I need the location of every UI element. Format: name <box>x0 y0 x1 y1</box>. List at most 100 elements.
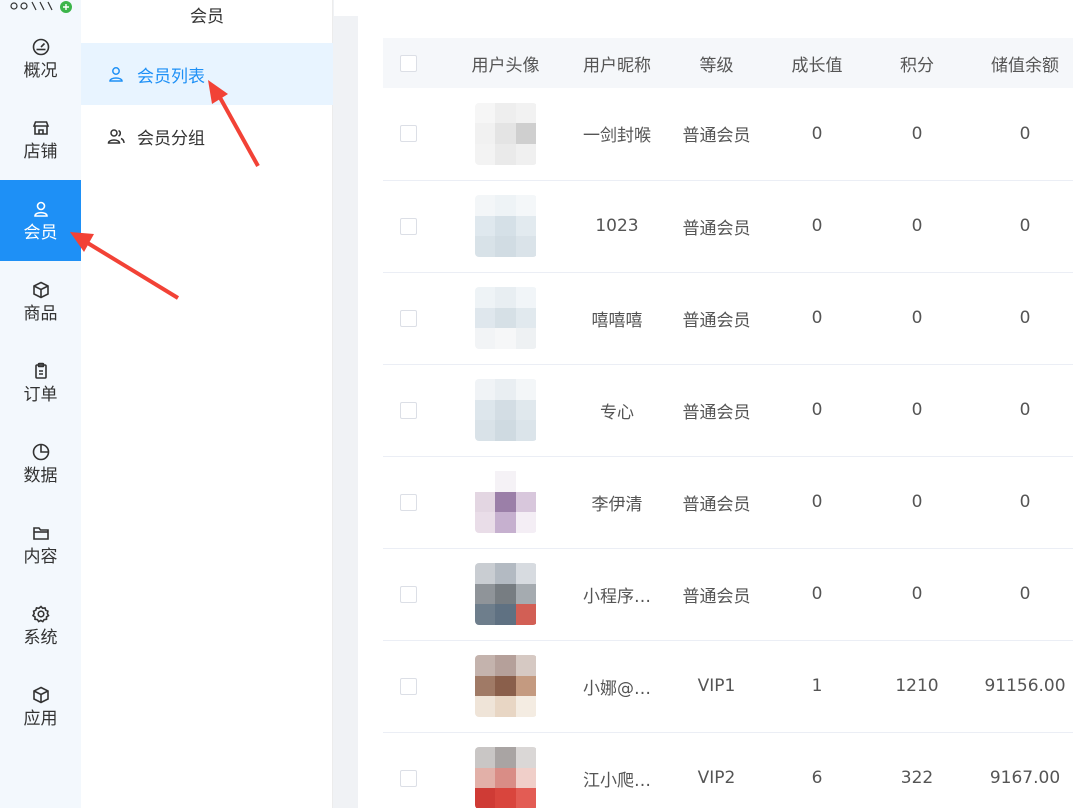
nav-item-6[interactable]: 内容 <box>0 504 81 585</box>
avatar <box>474 655 537 717</box>
avatar-cell <box>433 456 578 548</box>
row-select-cell[interactable] <box>383 456 433 548</box>
growth-cell: 0 <box>811 216 823 236</box>
avatar-cell <box>433 732 578 808</box>
avatar-pixel <box>495 144 516 165</box>
avatar-pixel <box>515 696 537 717</box>
nav-item-label: 概况 <box>23 60 58 81</box>
avatar-cell <box>433 548 578 640</box>
avatar-cell <box>433 88 578 180</box>
nav-item-0[interactable]: 概况 <box>0 18 81 99</box>
row-checkbox[interactable] <box>399 309 417 327</box>
avatar-pixel <box>515 512 537 533</box>
avatar-pixel <box>515 195 537 216</box>
growth-cell: 1 <box>811 676 823 696</box>
avatar-pixel <box>495 123 516 145</box>
header-select-all[interactable] <box>383 38 433 88</box>
avatar <box>474 747 537 808</box>
avatar-cell <box>433 364 578 456</box>
row-checkbox[interactable] <box>399 585 417 603</box>
nickname-cell: 李伊清 <box>591 494 643 515</box>
balance-cell: 0 <box>1019 584 1031 604</box>
nickname-cell: 一剑封喉 <box>583 126 651 147</box>
avatar-pixel <box>474 675 496 697</box>
row-select-cell[interactable] <box>383 548 433 640</box>
avatar-pixel <box>515 420 537 441</box>
avatar-pixel <box>474 604 496 625</box>
avatar-pixel <box>474 512 496 533</box>
nav-item-3[interactable]: 商品 <box>0 261 81 342</box>
avatar-pixel <box>495 287 516 308</box>
submenu-item-member-group[interactable]: 会员分组 <box>81 105 333 167</box>
row-checkbox[interactable] <box>399 217 417 235</box>
app-window: 概况 店铺 会员 商品 订单 数据 内容 系统 应用 会员 会员列表 会员分组 用户头像 <box>0 0 1073 808</box>
avatar-pixel <box>495 675 516 697</box>
avatar-pixel <box>474 399 496 421</box>
points-cell: 1210 <box>895 676 939 696</box>
row-select-cell[interactable] <box>383 732 433 808</box>
avatar-pixel <box>474 328 496 349</box>
select-all-checkbox[interactable] <box>399 54 417 72</box>
member-table-card: 用户头像 用户昵称 等级 成长值 积分 储值余额 一剑封喉 普通会员 0 0 0 1023… <box>358 16 1073 808</box>
avatar-pixel <box>515 583 537 605</box>
avatar-pixel <box>515 399 537 421</box>
avatar-pixel <box>474 144 496 165</box>
avatar <box>474 287 537 349</box>
nickname-cell: 江小爬… <box>583 770 651 791</box>
avatar-pixel <box>474 236 496 257</box>
row-checkbox[interactable] <box>399 125 417 143</box>
growth-cell: 0 <box>811 308 823 328</box>
avatar-pixel <box>495 512 516 533</box>
row-select-cell[interactable] <box>383 272 433 364</box>
nav-item-7[interactable]: 系统 <box>0 585 81 666</box>
row-select-cell[interactable] <box>383 88 433 180</box>
avatar-pixel <box>474 420 496 441</box>
avatar-pixel <box>474 747 496 768</box>
avatar-pixel <box>515 563 537 584</box>
avatar-cell <box>433 272 578 364</box>
avatar-pixel <box>495 583 516 605</box>
user-icon <box>33 201 48 217</box>
avatar-pixel <box>515 379 537 400</box>
avatar-pixel <box>474 195 496 216</box>
avatar <box>474 471 537 533</box>
avatar-pixel <box>474 563 496 584</box>
row-select-cell[interactable] <box>383 364 433 456</box>
row-checkbox[interactable] <box>399 493 417 511</box>
nickname-cell: 小程序… <box>583 586 651 607</box>
row-select-cell[interactable] <box>383 180 433 272</box>
avatar-pixel <box>515 767 537 789</box>
row-select-cell[interactable] <box>383 640 433 732</box>
balance-cell: 0 <box>1019 492 1031 512</box>
avatar-pixel <box>495 655 516 676</box>
header-balance: 储值余额 <box>991 55 1059 76</box>
row-checkbox[interactable] <box>399 677 417 695</box>
folder-icon <box>32 526 49 540</box>
nav-item-2[interactable]: 会员 <box>0 180 81 261</box>
nickname-cell: 专心 <box>600 402 634 423</box>
level-cell: 普通会员 <box>682 586 751 607</box>
level-cell: 普通会员 <box>682 494 751 515</box>
points-cell: 0 <box>911 584 923 604</box>
header-avatar: 用户头像 <box>471 55 540 76</box>
avatar-pixel <box>495 491 516 513</box>
nav-item-label: 应用 <box>23 708 58 729</box>
row-checkbox[interactable] <box>399 769 417 787</box>
header-level: 等级 <box>699 55 734 76</box>
nav-item-4[interactable]: 订单 <box>0 342 81 423</box>
avatar-pixel <box>515 604 537 625</box>
avatar-pixel <box>515 655 537 676</box>
balance-cell: 9167.00 <box>989 768 1061 788</box>
avatar-pixel <box>495 767 516 789</box>
points-cell: 322 <box>900 768 934 788</box>
growth-cell: 0 <box>811 400 823 420</box>
nav-item-1[interactable]: 店铺 <box>0 99 81 180</box>
submenu-item-member-list[interactable]: 会员列表 <box>81 43 333 105</box>
avatar-pixel <box>495 379 516 400</box>
row-checkbox[interactable] <box>399 401 417 419</box>
nav-item-8[interactable]: 应用 <box>0 666 81 747</box>
avatar-pixel <box>474 102 496 124</box>
nav-item-5[interactable]: 数据 <box>0 423 81 504</box>
top-bar <box>334 0 1073 16</box>
avatar-pixel <box>474 767 496 789</box>
